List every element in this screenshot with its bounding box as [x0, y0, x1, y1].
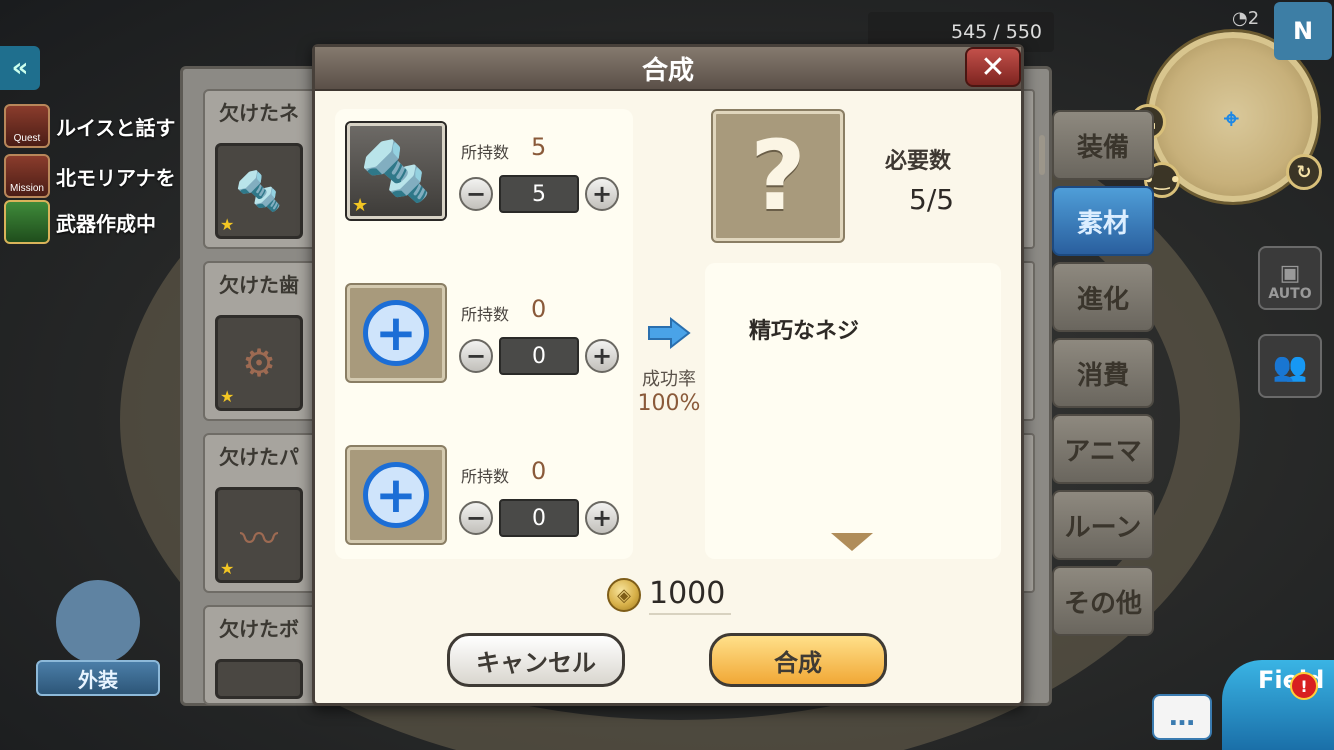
owned-value: 5 — [531, 133, 547, 161]
quantity-field[interactable]: 0 — [499, 337, 579, 375]
tab-other[interactable]: その他 — [1052, 566, 1154, 636]
cancel-button[interactable]: キャンセル — [447, 633, 625, 687]
timer-readout: ◔2 — [1232, 8, 1259, 29]
owned-label: 所持数 — [461, 143, 510, 162]
increase-button[interactable]: + — [585, 339, 619, 373]
chat-button[interactable]: … — [1152, 694, 1212, 740]
auto-label: AUTO — [1268, 286, 1312, 302]
alert-icon: ! — [1290, 672, 1318, 700]
rarity-star-icon: ★ — [352, 195, 369, 216]
unknown-item-icon: ? — [750, 120, 806, 232]
quantity-field[interactable]: 0 — [499, 499, 579, 537]
close-button[interactable]: ✕ — [965, 47, 1021, 87]
outfit-button[interactable]: 外装 — [36, 580, 160, 710]
tab-evolution[interactable]: 進化 — [1052, 262, 1154, 332]
decrease-button[interactable]: − — [459, 501, 493, 535]
broken-screw-icon: 🔩 ★ — [215, 143, 303, 239]
quantity-field[interactable]: 5 — [499, 175, 579, 213]
field-button[interactable]: Field — [1222, 660, 1334, 750]
broken-gear-icon: ⚙ ★ — [215, 315, 303, 411]
success-rate-value: 100% — [637, 391, 701, 416]
close-icon: ✕ — [980, 49, 1006, 85]
alert-mark: ! — [1300, 676, 1308, 696]
party-icon[interactable]: 👥 — [1258, 334, 1322, 398]
dialog-title: 合成 — [315, 47, 1021, 91]
increase-button[interactable]: + — [585, 177, 619, 211]
arrow-right-icon — [648, 317, 691, 349]
gold-coin-icon: ◈ — [607, 578, 641, 612]
compass-label: N — [1292, 17, 1314, 45]
inventory-item-name: 欠けたパ — [219, 445, 299, 469]
rarity-star-icon: ★ — [220, 559, 235, 578]
broken-bolt-icon — [215, 659, 303, 699]
success-rate-label: 成功率 — [642, 369, 696, 390]
timer-value: 2 — [1247, 8, 1260, 29]
auto-button[interactable]: ▣ AUTO — [1258, 246, 1322, 310]
result-item-name: 精巧なネジ — [749, 319, 860, 344]
scrollbar-thumb[interactable] — [1039, 135, 1045, 175]
tab-anima[interactable]: アニマ — [1052, 414, 1154, 484]
compass-button[interactable]: N — [1274, 2, 1332, 60]
decrease-button[interactable]: − — [459, 339, 493, 373]
owned-label: 所持数 — [461, 467, 510, 486]
owned-value: 0 — [531, 457, 547, 485]
synthesis-dialog: 合成 ✕ 🔩 ★ 所持数 5 − 5 + + 所持数 0 − 0 + + 所持数… — [312, 44, 1045, 706]
synthesize-button[interactable]: 合成 — [709, 633, 887, 687]
mascot-icon — [56, 580, 140, 664]
material-slot-1[interactable]: 🔩 ★ — [347, 123, 445, 219]
mission-icon: Mission — [4, 154, 50, 198]
back-arrow-icon[interactable]: « — [0, 46, 40, 90]
camera-icon: ▣ — [1279, 261, 1301, 286]
cost-display: ◈ 1000 — [607, 575, 732, 615]
result-description-panel[interactable]: 精巧なネジ — [705, 263, 1001, 559]
rarity-star-icon: ★ — [220, 215, 235, 234]
material-slot-2[interactable]: + — [347, 285, 445, 381]
clock-icon: ◔ — [1232, 8, 1248, 29]
crafting-icon — [4, 200, 50, 244]
tab-rune[interactable]: ルーン — [1052, 490, 1154, 560]
inventory-item-name: 欠けたボ — [219, 617, 299, 641]
required-count-value: 5/5 — [909, 183, 955, 216]
rotate-icon[interactable]: ↻ — [1286, 154, 1322, 190]
quest-icon: Quest — [4, 104, 50, 148]
chat-ellipsis-icon: … — [1169, 702, 1195, 732]
owned-value: 0 — [531, 295, 547, 323]
cost-value: 1000 — [649, 576, 732, 615]
inventory-item-name: 欠けたネ — [219, 101, 299, 125]
broken-pipe-icon: 〰 ★ — [215, 487, 303, 583]
crafting-text: 武器作成中 — [56, 211, 156, 236]
tab-materials[interactable]: 素材 — [1052, 186, 1154, 256]
owned-label: 所持数 — [461, 305, 510, 324]
material-slot-3[interactable]: + — [347, 447, 445, 543]
capacity-value: 545 / 550 — [950, 21, 1042, 43]
player-marker-icon: ⌖ — [1224, 104, 1239, 134]
increase-button[interactable]: + — [585, 501, 619, 535]
quest-text: ルイスと話す — [56, 115, 176, 140]
decrease-button[interactable]: − — [459, 177, 493, 211]
add-slot-icon: + — [363, 462, 429, 528]
tab-consumables[interactable]: 消費 — [1052, 338, 1154, 408]
chevron-down-icon[interactable] — [829, 531, 875, 553]
inventory-item-name: 欠けた歯 — [219, 273, 299, 297]
result-slot: ? — [713, 111, 843, 241]
material-slots-panel: 🔩 ★ 所持数 5 − 5 + + 所持数 0 − 0 + + 所持数 0 − … — [335, 109, 633, 559]
required-count-label: 必要数 — [885, 149, 952, 174]
rarity-star-icon: ★ — [220, 387, 235, 406]
broken-screw-icon: 🔩 — [359, 137, 433, 205]
outfit-label: 外装 — [36, 660, 160, 696]
tab-equipment[interactable]: 装備 — [1052, 110, 1154, 180]
add-slot-icon: + — [363, 300, 429, 366]
mission-text: 北モリアナを — [56, 165, 176, 190]
